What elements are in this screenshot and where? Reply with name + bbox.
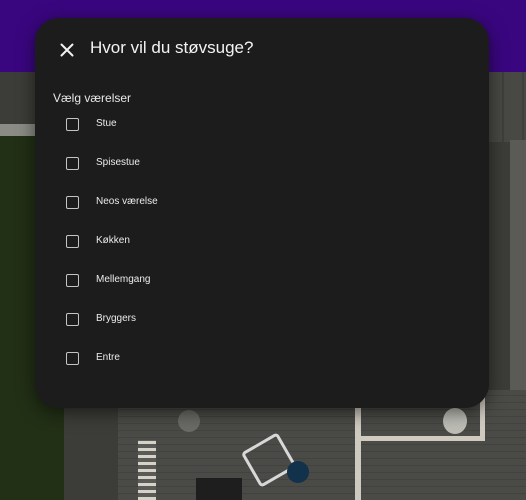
checkbox[interactable] <box>66 157 79 170</box>
checkbox[interactable] <box>66 313 79 326</box>
room-label: Køkken <box>96 235 130 246</box>
checkbox[interactable] <box>66 196 79 209</box>
room-label: Entre <box>96 352 120 363</box>
floorplan-railing <box>138 440 156 500</box>
floorplan-stool <box>178 410 200 432</box>
room-item-mellemgang[interactable]: Mellemgang <box>35 262 489 301</box>
room-label: Bryggers <box>96 313 137 324</box>
floorplan-object <box>287 461 309 483</box>
floorplan-toilet <box>443 408 467 434</box>
room-item-bryggers[interactable]: Bryggers <box>35 301 489 340</box>
room-label: Stue <box>96 118 117 129</box>
floorplan-furniture <box>196 478 242 500</box>
room-item-stue[interactable]: Stue <box>35 106 489 145</box>
room-label: Spisestue <box>96 157 140 168</box>
room-item-spisestue[interactable]: Spisestue <box>35 145 489 184</box>
dialog-title: Hvor vil du støvsuge? <box>90 38 254 57</box>
section-label: Vælg værelser <box>53 91 132 105</box>
checkbox[interactable] <box>66 274 79 287</box>
checkbox[interactable] <box>66 352 79 365</box>
floorplan-wall-inner-h <box>355 436 485 441</box>
room-item-neos-vaerelse[interactable]: Neos værelse <box>35 184 489 223</box>
close-icon <box>60 43 74 57</box>
floorplan-wall-inner <box>355 395 361 500</box>
room-item-entre[interactable]: Entre <box>35 340 489 379</box>
room-item-koekken[interactable]: Køkken <box>35 223 489 262</box>
floorplan-wall-right <box>510 140 526 390</box>
checkbox[interactable] <box>66 118 79 131</box>
checkbox[interactable] <box>66 235 79 248</box>
close-button[interactable] <box>55 38 79 62</box>
room-label: Mellemgang <box>96 274 151 285</box>
room-label: Neos værelse <box>96 196 158 207</box>
vacuum-room-dialog: Hvor vil du støvsuge? Vælg værelser Stue… <box>35 18 489 408</box>
